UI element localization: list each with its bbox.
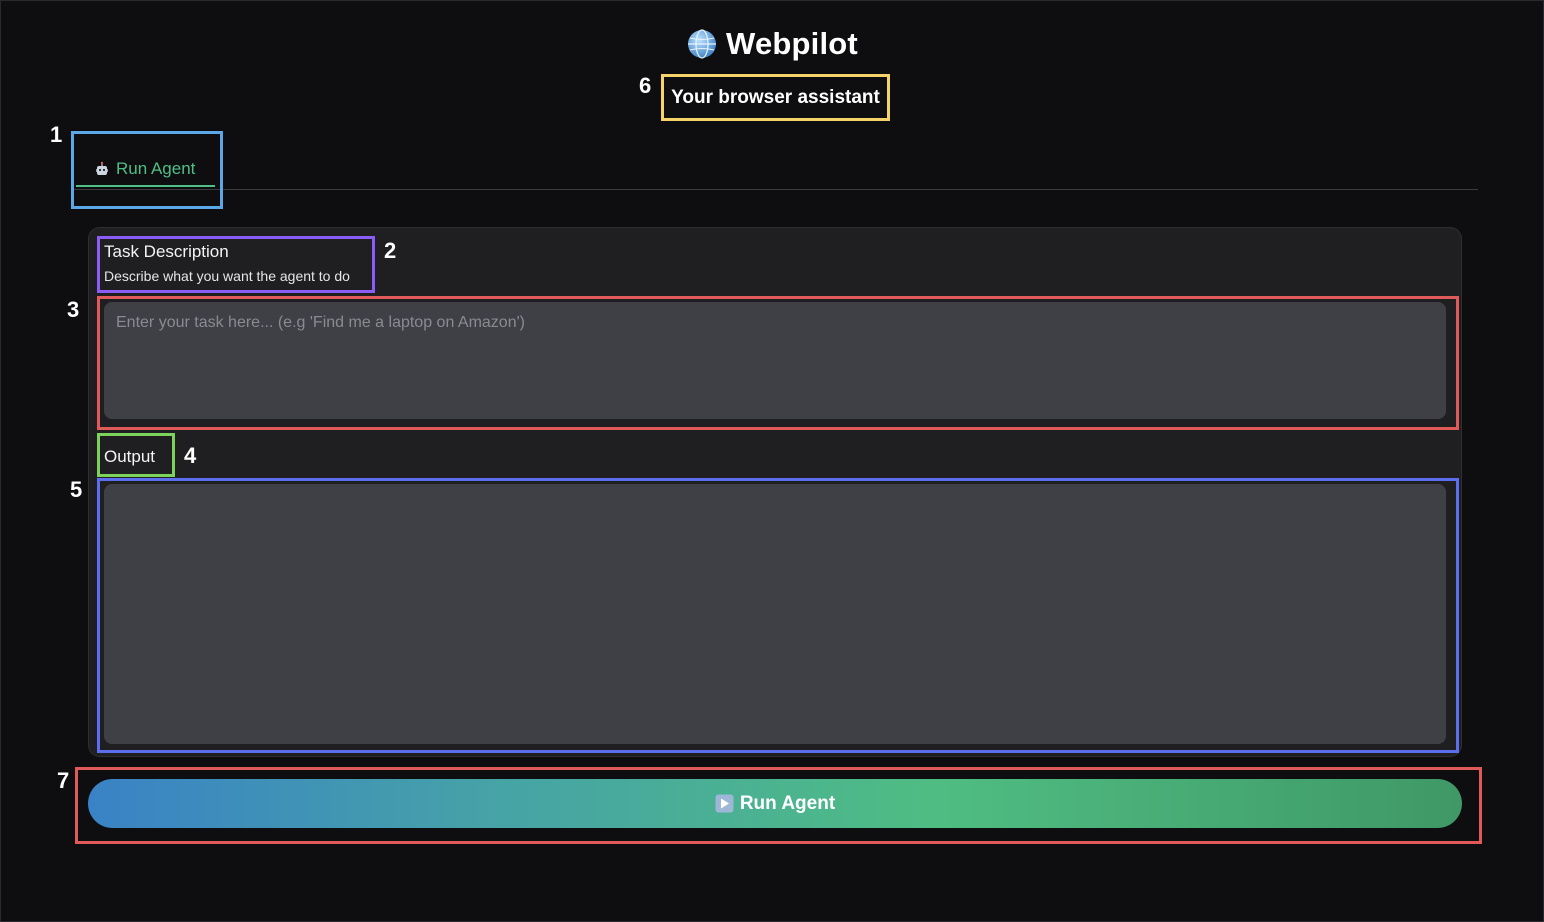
task-label-info: Describe what you want the agent to do bbox=[104, 268, 350, 284]
task-input[interactable] bbox=[104, 302, 1446, 419]
task-description-label: Task Description Describe what you want … bbox=[104, 241, 350, 285]
app-title: Webpilot bbox=[726, 26, 858, 61]
tab-label: Run Agent bbox=[116, 158, 196, 178]
tab-run-agent[interactable]: Run Agent bbox=[76, 152, 216, 187]
output-box[interactable] bbox=[104, 484, 1446, 744]
annotation-number-7: 7 bbox=[57, 768, 70, 793]
annotation-number-6: 6 bbox=[639, 73, 652, 98]
play-icon bbox=[715, 794, 734, 813]
annotation-number-3: 3 bbox=[67, 297, 80, 322]
robot-icon bbox=[94, 161, 110, 177]
task-label-title: Task Description bbox=[104, 242, 229, 261]
title-row: Webpilot bbox=[0, 24, 1544, 64]
annotation-number-4: 4 bbox=[184, 443, 197, 468]
tabs-bar: Run Agent bbox=[72, 140, 1478, 190]
annotation-number-5: 5 bbox=[70, 477, 83, 502]
annotation-number-1: 1 bbox=[50, 122, 63, 147]
annotation-number-2: 2 bbox=[384, 238, 397, 263]
subtitle: Your browser assistant bbox=[671, 86, 880, 108]
output-label: Output bbox=[104, 447, 156, 466]
run-agent-button-label: Run Agent bbox=[739, 792, 836, 814]
globe-icon bbox=[686, 28, 718, 60]
run-agent-button[interactable]: Run Agent bbox=[88, 779, 1462, 828]
header: Webpilot bbox=[0, 24, 1544, 64]
